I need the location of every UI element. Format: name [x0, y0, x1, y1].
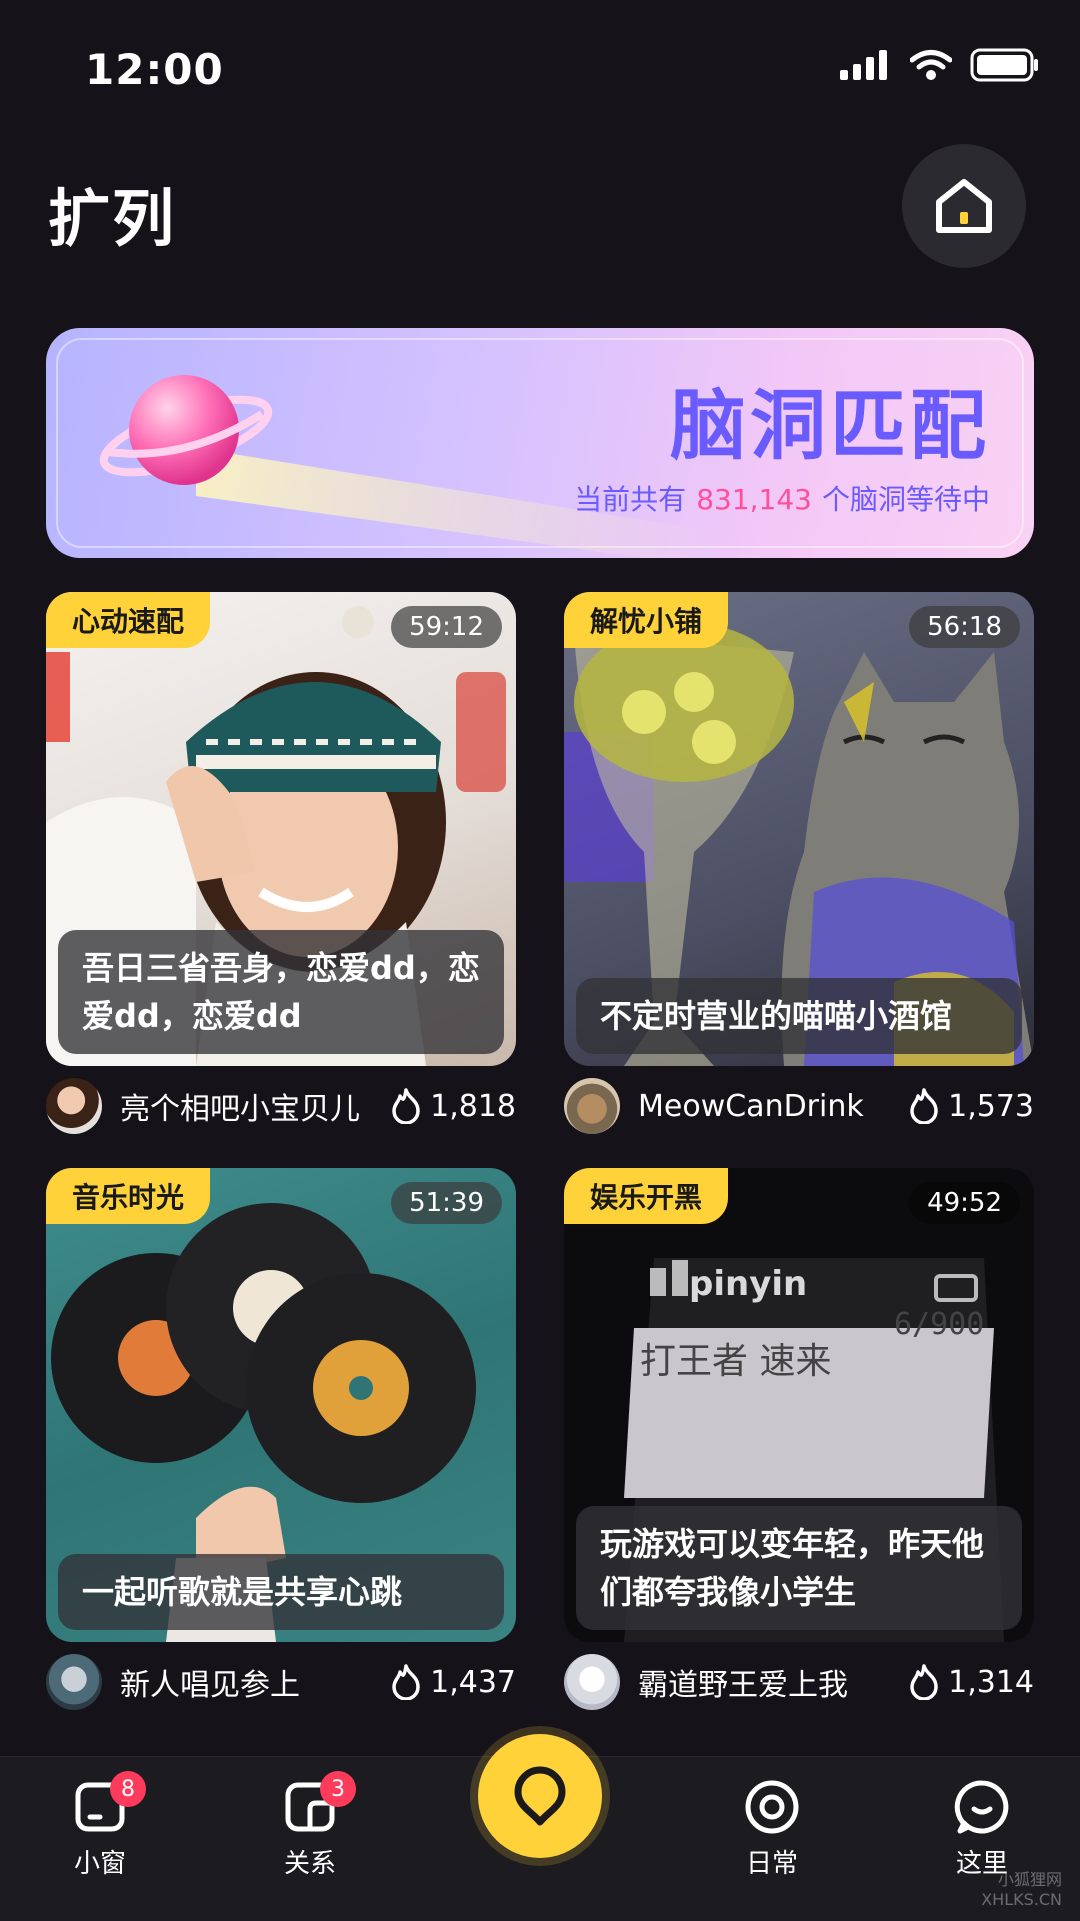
room-card[interactable]: 心动速配 59:12 吾日三省吾身，恋爱dd，恋爱dd，恋爱dd	[46, 592, 516, 1066]
room-card[interactable]: 解忧小铺 56:18 不定时营业的喵喵小酒馆	[564, 592, 1034, 1066]
hot-count: 1,314	[908, 1652, 1034, 1712]
nav-badge: 3	[320, 1771, 356, 1807]
watermark-line1: 小狐狸网	[997, 1870, 1062, 1889]
waiting-count: 831,143	[696, 483, 812, 516]
location-bubble-icon	[514, 1766, 566, 1826]
nav-item-window[interactable]: 8 小窗	[30, 1771, 170, 1880]
status-icons	[840, 48, 1040, 82]
avatar[interactable]	[46, 1654, 102, 1710]
chat-bubble-icon	[954, 1780, 1009, 1834]
card-caption: 一起听歌就是共享心跳	[58, 1554, 504, 1630]
flame-icon	[910, 1664, 938, 1700]
hot-value: 1,573	[948, 1088, 1034, 1124]
status-bar: 12:00	[0, 0, 1080, 140]
room-card[interactable]: 音乐时光 51:39 一起听歌就是共享心跳	[46, 1168, 516, 1642]
hot-count: 1,573	[908, 1076, 1034, 1136]
wifi-icon	[910, 50, 952, 80]
nav-badge: 8	[110, 1771, 146, 1807]
card-timer: 56:18	[909, 606, 1020, 648]
battery-icon	[970, 48, 1038, 82]
flame-icon	[392, 1088, 420, 1124]
flame-icon	[392, 1664, 420, 1700]
watermark: 小狐狸网 XHLKS.CN	[981, 1870, 1062, 1910]
room-card[interactable]: pinyin 6/900 打王者 速来 娱乐开黑 49:52 玩游戏可以变年轻，…	[564, 1168, 1034, 1642]
card-tag: 心动速配	[46, 592, 211, 648]
card-meta: 新人唱见参上 1,437	[46, 1652, 516, 1712]
watermark-line2: XHLKS.CN	[981, 1890, 1062, 1909]
banner-subtitle: 当前共有 831,143 个脑洞等待中	[574, 478, 990, 518]
card-meta: 霸道野王爱上我 1,314	[564, 1652, 1034, 1712]
flame-icon	[910, 1088, 938, 1124]
page-title: 扩列	[48, 182, 177, 255]
home-button[interactable]	[902, 144, 1026, 268]
banner-title: 脑洞匹配	[670, 381, 990, 470]
card-timer: 49:52	[909, 1182, 1020, 1224]
hot-count: 1,818	[390, 1076, 516, 1136]
avatar[interactable]	[564, 1654, 620, 1710]
card-tag: 音乐时光	[46, 1168, 211, 1224]
avatar[interactable]	[46, 1078, 102, 1134]
avatar[interactable]	[564, 1078, 620, 1134]
nav-label: 关系	[283, 1849, 336, 1879]
user-name[interactable]: 新人唱见参上	[120, 1660, 300, 1704]
status-time: 12:00	[85, 45, 224, 94]
card-timer: 51:39	[391, 1182, 502, 1224]
daily-target-icon	[745, 1780, 799, 1834]
nav-item-relations[interactable]: 3 关系	[240, 1771, 380, 1880]
card-tag: 娱乐开黑	[564, 1168, 729, 1224]
hot-count: 1,437	[390, 1652, 516, 1712]
card-meta: 亮个相吧小宝贝儿 1,818	[46, 1076, 516, 1136]
nav-item-here[interactable]: 这里	[912, 1779, 1052, 1880]
nav-label: 日常	[745, 1849, 798, 1879]
brain-match-banner[interactable]: 脑洞匹配 当前共有 831,143 个脑洞等待中	[46, 328, 1034, 558]
card-timer: 59:12	[391, 606, 502, 648]
user-name[interactable]: 亮个相吧小宝贝儿	[120, 1084, 360, 1128]
card-caption: 不定时营业的喵喵小酒馆	[576, 978, 1022, 1054]
signal-icon	[840, 50, 887, 80]
card-caption: 吾日三省吾身，恋爱dd，恋爱dd，恋爱dd	[58, 930, 504, 1054]
user-name[interactable]: MeowCanDrink	[638, 1089, 864, 1124]
user-name[interactable]: 霸道野王爱上我	[638, 1660, 848, 1704]
house-icon	[936, 179, 992, 233]
card-tag: 解忧小铺	[564, 592, 729, 648]
card-meta: MeowCanDrink 1,573	[564, 1076, 1034, 1136]
screen-text-pinyin: pinyin	[689, 1264, 807, 1304]
screen-text-count: 6/900	[894, 1307, 984, 1342]
hot-value: 1,437	[430, 1664, 516, 1700]
hot-value: 1,818	[430, 1088, 516, 1124]
hot-value: 1,314	[948, 1664, 1034, 1700]
banner-subtitle-suffix: 个脑洞等待中	[821, 483, 990, 516]
card-caption: 玩游戏可以变年轻，昨天他们都夸我像小学生	[576, 1506, 1022, 1630]
banner-subtitle-prefix: 当前共有	[574, 483, 687, 516]
planet-icon	[99, 375, 273, 485]
screen-text-message: 打王者 速来	[640, 1341, 831, 1382]
nav-label: 小窗	[73, 1849, 126, 1879]
nav-item-daily[interactable]: 日常	[702, 1779, 842, 1880]
center-action-button[interactable]	[478, 1734, 602, 1858]
